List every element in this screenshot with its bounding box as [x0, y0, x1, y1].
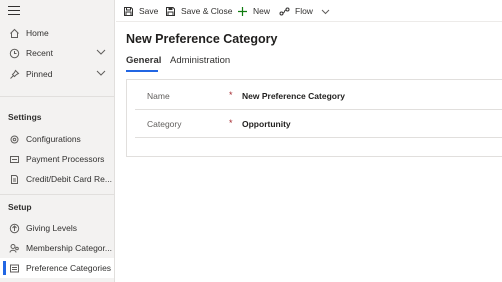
nav-home[interactable]: Home — [0, 23, 114, 43]
nav-pinned[interactable]: Pinned — [0, 64, 114, 84]
field-row-name: Name * New Preference Category — [135, 82, 502, 110]
nav-recent-label: Recent — [26, 48, 53, 58]
new-label: New — [253, 6, 271, 16]
name-field[interactable]: New Preference Category — [242, 91, 345, 101]
flow-label: Flow — [295, 6, 313, 16]
field-row-category: Category * Opportunity — [135, 110, 502, 138]
save-and-close-button[interactable]: Save & Close — [164, 3, 233, 19]
sidebar-divider — [0, 194, 114, 195]
field-label: Name — [147, 91, 170, 101]
level-up-icon — [8, 222, 20, 234]
document-icon — [8, 173, 20, 185]
pin-icon — [8, 68, 20, 80]
required-indicator: * — [229, 118, 233, 128]
nav-pinned-label: Pinned — [26, 69, 53, 79]
chevron-down-icon[interactable] — [96, 48, 106, 58]
chevron-down-icon[interactable] — [96, 69, 106, 79]
nav-membership-categories-label: Membership Categor... — [26, 243, 112, 253]
nav-configurations[interactable]: Configurations — [0, 129, 114, 149]
nav-preference-categories-label: Preference Categories — [26, 263, 112, 273]
nav-credit-debit-card-label: Credit/Debit Card Re... — [26, 174, 112, 184]
people-icon — [8, 242, 20, 254]
nav-giving-levels-label: Giving Levels — [26, 223, 78, 233]
setup-section-title: Setup — [8, 202, 32, 212]
sidebar: Home Recent Pinned Settings Configuratio… — [0, 0, 115, 282]
hamburger-menu-icon[interactable] — [8, 6, 20, 18]
nav-payment-processors[interactable]: Payment Processors — [0, 149, 114, 169]
nav-configurations-label: Configurations — [26, 134, 81, 144]
save-button[interactable]: Save — [122, 3, 158, 19]
new-button[interactable]: New — [236, 3, 270, 19]
category-field[interactable]: Opportunity — [242, 119, 291, 129]
nav-giving-levels[interactable]: Giving Levels — [0, 218, 114, 238]
nav-preference-categories[interactable]: Preference Categories — [0, 258, 114, 278]
tab-general[interactable]: General — [126, 55, 161, 66]
nav-membership-categories[interactable]: Membership Categor... — [0, 238, 114, 258]
save-and-close-label: Save & Close — [181, 6, 233, 16]
settings-icon — [8, 133, 20, 145]
list-icon — [8, 262, 20, 274]
active-tab-indicator — [126, 70, 158, 72]
settings-section-title: Settings — [8, 112, 42, 122]
nav-payment-processors-label: Payment Processors — [26, 154, 105, 164]
flow-icon — [278, 5, 290, 17]
nav-credit-debit-card[interactable]: Credit/Debit Card Re... — [0, 169, 114, 189]
home-icon — [8, 27, 20, 39]
save-label: Save — [139, 6, 159, 16]
chevron-down-icon[interactable] — [321, 8, 330, 15]
general-form-card: Name * New Preference Category Category … — [126, 79, 502, 157]
flow-button[interactable]: Flow — [278, 3, 330, 19]
tab-administration[interactable]: Administration — [170, 55, 230, 66]
payment-processor-icon — [8, 153, 20, 165]
page-title: New Preference Category — [126, 32, 278, 46]
command-bar: Save Save & Close New Flow — [116, 0, 502, 22]
plus-icon — [236, 5, 248, 17]
field-label: Category — [147, 119, 182, 129]
selected-indicator — [3, 261, 6, 275]
clock-icon — [8, 47, 20, 59]
nav-recent[interactable]: Recent — [0, 43, 114, 63]
nav-home-label: Home — [26, 28, 49, 38]
sidebar-divider — [0, 96, 114, 97]
required-indicator: * — [229, 90, 233, 100]
save-icon — [122, 5, 134, 17]
save-close-icon — [164, 5, 176, 17]
